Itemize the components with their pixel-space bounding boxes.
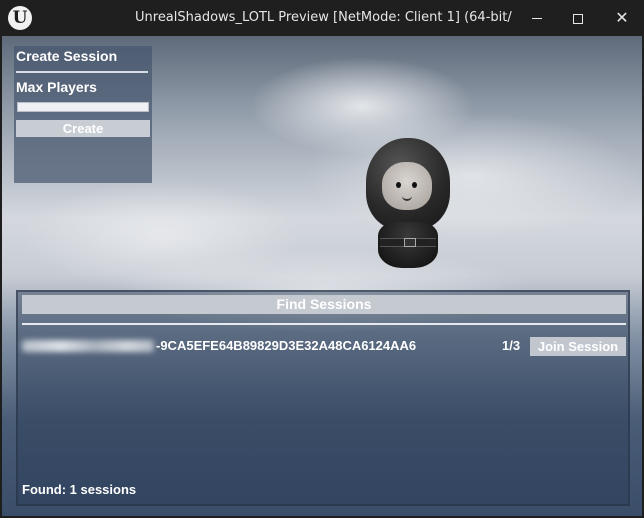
close-button[interactable]: ✕ bbox=[599, 0, 644, 36]
session-row: -9CA5EFE64B89829D3E32A48CA6124AA6 1/3 Jo… bbox=[22, 337, 626, 359]
session-id: -9CA5EFE64B89829D3E32A48CA6124AA6 bbox=[156, 338, 417, 353]
find-sessions-button[interactable]: Find Sessions bbox=[22, 295, 626, 314]
maximize-button[interactable] bbox=[555, 0, 601, 36]
minimize-icon bbox=[532, 18, 542, 19]
create-session-title: Create Session bbox=[16, 48, 118, 64]
window-titlebar: U UnrealShadows_LOTL Preview [NetMode: C… bbox=[0, 0, 644, 36]
character-belt bbox=[380, 238, 436, 247]
maximize-icon bbox=[573, 13, 583, 24]
sessions-found-count: Found: 1 sessions bbox=[22, 482, 137, 497]
close-icon: ✕ bbox=[615, 8, 629, 27]
game-viewport[interactable]: Create Session Max Players Create Find S… bbox=[2, 36, 642, 516]
character-mouth bbox=[402, 195, 412, 201]
character-buckle bbox=[404, 238, 416, 247]
find-sessions-panel: Find Sessions -9CA5EFE64B89829D3E32A48CA… bbox=[16, 290, 630, 506]
unreal-logo-icon: U bbox=[8, 6, 32, 30]
session-id-redacted bbox=[22, 340, 154, 352]
sessions-divider bbox=[22, 323, 626, 325]
window-title: UnrealShadows_LOTL Preview [NetMode: Cli… bbox=[135, 10, 513, 25]
character-eye-left bbox=[396, 182, 401, 188]
create-button[interactable]: Create bbox=[16, 120, 150, 137]
session-player-count: 1/3 bbox=[502, 338, 521, 353]
create-session-panel: Create Session Max Players Create bbox=[14, 46, 152, 183]
player-character bbox=[364, 136, 454, 276]
create-session-divider bbox=[16, 71, 148, 73]
character-face bbox=[382, 162, 432, 210]
minimize-button[interactable] bbox=[514, 0, 560, 36]
max-players-input[interactable] bbox=[17, 102, 149, 112]
character-eye-right bbox=[412, 182, 417, 188]
max-players-label: Max Players bbox=[16, 79, 97, 95]
character-body bbox=[378, 222, 438, 268]
join-session-button[interactable]: Join Session bbox=[530, 337, 626, 356]
